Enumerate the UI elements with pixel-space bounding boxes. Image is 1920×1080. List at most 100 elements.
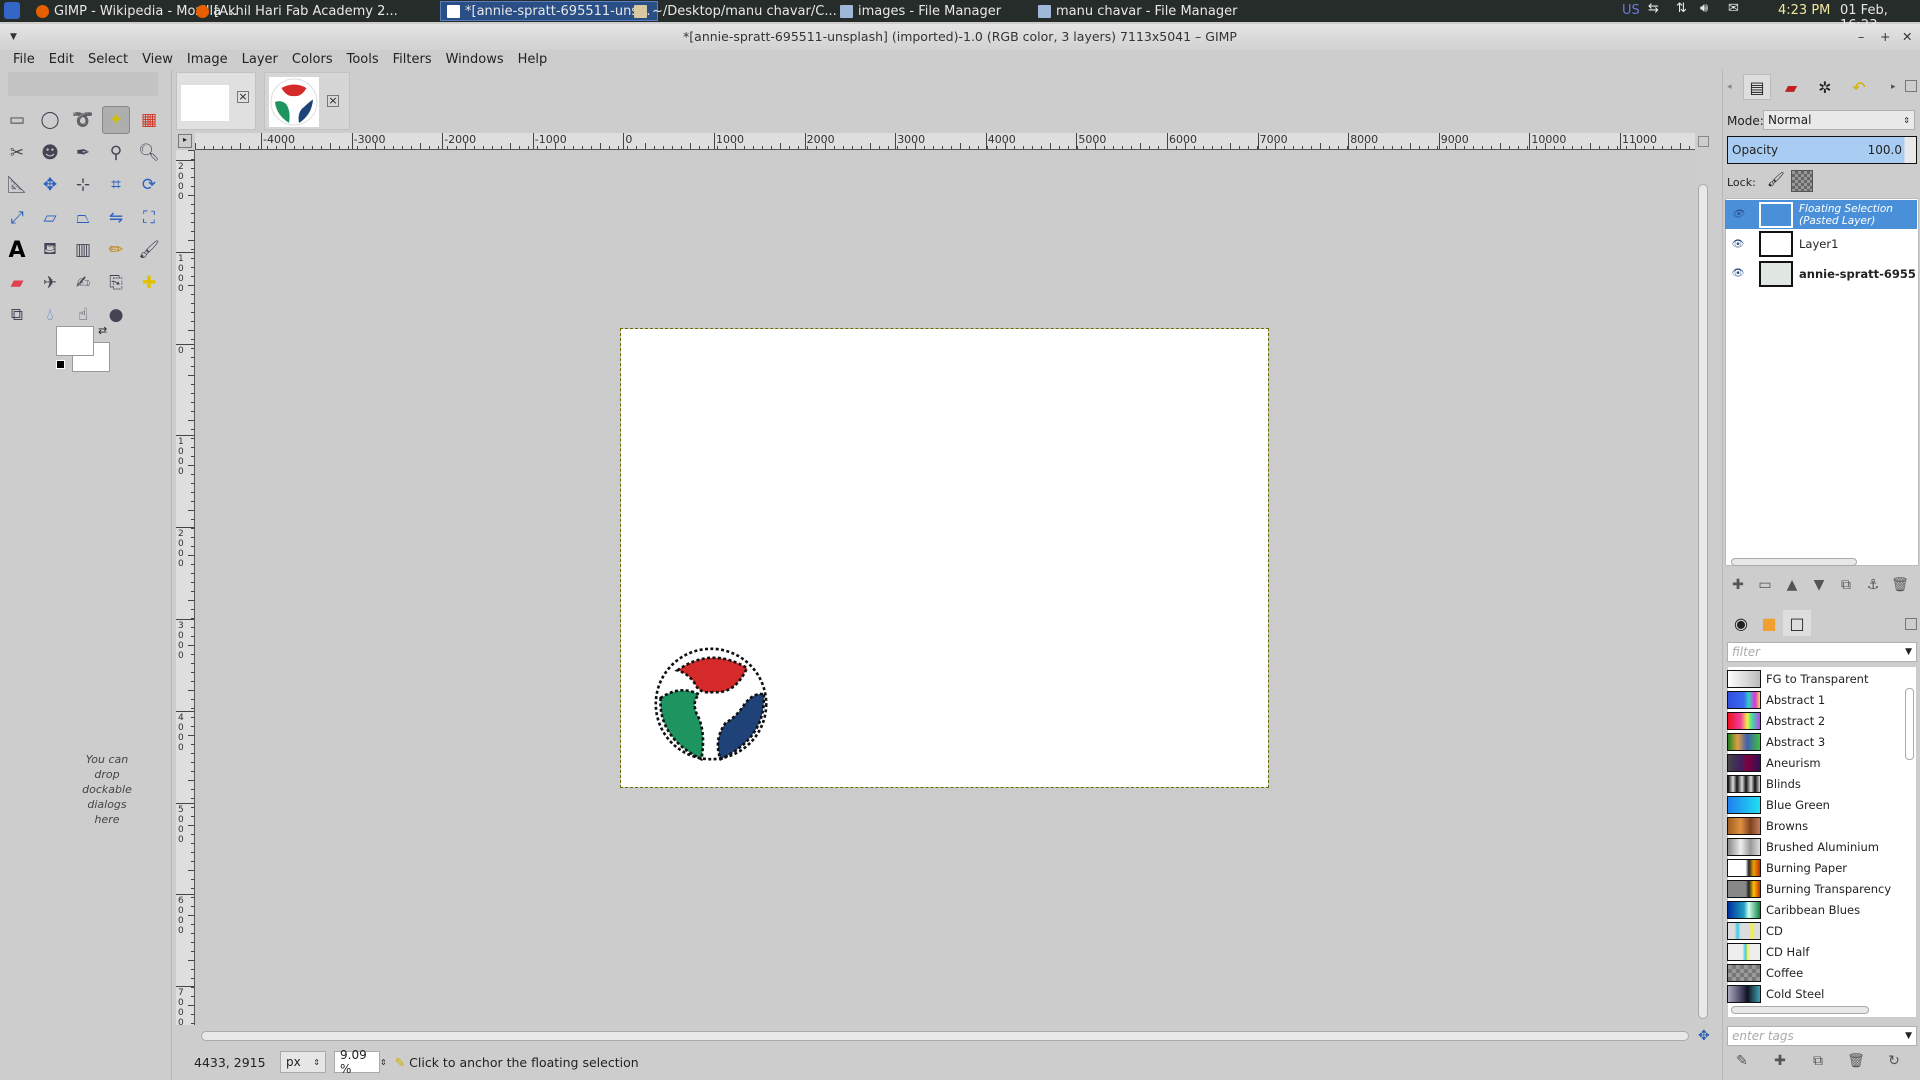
gradient-item[interactable]: Burning Transparency — [1727, 878, 1897, 899]
delete-layer-button[interactable]: 🗑︎ — [1889, 574, 1911, 596]
tool-scissors-select-button[interactable]: ✂ — [3, 139, 31, 167]
tab-gradients[interactable]: □ — [1783, 610, 1811, 636]
dock-scroll-right-icon[interactable]: ▸ — [1891, 82, 1896, 92]
tool-perspective-clone-button[interactable]: ⧉ — [3, 301, 31, 329]
image-tab-logo[interactable]: × — [264, 72, 350, 130]
visibility-eye-icon[interactable]: 👁︎ — [1725, 209, 1751, 220]
tool-flip-button[interactable]: ⇋ — [102, 204, 130, 232]
dock-menu-icon[interactable] — [1905, 618, 1917, 630]
gradient-item[interactable]: Coffee — [1727, 962, 1897, 983]
duplicate-layer-button[interactable]: ⧉ — [1835, 574, 1857, 596]
tool-select-by-color-button[interactable]: ▦ — [135, 106, 163, 134]
new-layer-group-button[interactable]: ▭ — [1754, 574, 1776, 596]
gradient-item[interactable]: Browns — [1727, 815, 1897, 836]
lock-alpha-icon[interactable] — [1791, 170, 1813, 192]
layers-hscrollbar[interactable] — [1731, 558, 1857, 566]
taskbar-item[interactable]: manu chavar - File Manager — [1032, 1, 1243, 21]
taskbar-item[interactable]: ~/Desktop/manu chavar/C... — [628, 1, 843, 21]
swap-colors-icon[interactable]: ⇄ — [98, 324, 107, 337]
tab-channels[interactable]: ▰ — [1777, 74, 1805, 100]
lower-layer-button[interactable]: ▼ — [1808, 574, 1830, 596]
tool-cage-transform-button[interactable]: ⛶ — [135, 204, 163, 232]
start-menu-icon[interactable] — [4, 2, 20, 19]
transfer-icon[interactable]: ⇅ — [1676, 1, 1687, 16]
tool-ellipse-select-button[interactable]: ◯ — [36, 106, 64, 134]
gradient-item[interactable]: Abstract 2 — [1727, 710, 1897, 731]
mail-icon[interactable]: ✉ — [1728, 1, 1739, 16]
tool-ink-button[interactable]: ✍ — [69, 269, 97, 297]
raise-layer-button[interactable]: ▲ — [1781, 574, 1803, 596]
visibility-eye-icon[interactable]: 👁︎ — [1725, 268, 1751, 279]
anchor-layer-button[interactable]: ⚓ — [1862, 574, 1884, 596]
layer-row[interactable]: 👁︎ Layer1 — [1725, 230, 1917, 259]
gradients-vscrollbar[interactable] — [1905, 688, 1914, 760]
close-tab-icon[interactable]: × — [327, 95, 339, 107]
floating-selection-logo[interactable] — [651, 644, 771, 764]
tool-paintbrush-button[interactable]: 🖌︎ — [135, 236, 163, 264]
tab-paths[interactable]: ✲ — [1811, 74, 1839, 100]
tool-color-picker-button[interactable]: ⚲ — [102, 139, 130, 167]
tool-crop-button[interactable]: ⌗ — [102, 171, 130, 199]
menu-windows[interactable]: Windows — [439, 50, 511, 70]
tool-free-select-button[interactable]: ➰ — [69, 106, 97, 134]
gradient-item[interactable]: Abstract 1 — [1727, 689, 1897, 710]
tool-foreground-select-button[interactable]: ☻ — [36, 139, 64, 167]
zoom-spinner[interactable]: ⇕ — [380, 1058, 387, 1067]
menu-tools[interactable]: Tools — [340, 50, 386, 70]
gradient-item[interactable]: Burning Paper — [1727, 857, 1897, 878]
tool-perspective-button[interactable]: ⏢ — [69, 204, 97, 232]
taskbar-item[interactable]: images - File Manager — [834, 1, 1007, 21]
quick-mask-toggle[interactable]: ▸ — [178, 134, 192, 148]
gradient-item[interactable]: Blue Green — [1727, 794, 1897, 815]
menu-filters[interactable]: Filters — [386, 50, 439, 70]
tool-smudge-button[interactable]: ☝ — [69, 301, 97, 329]
canvas-area[interactable] — [195, 150, 1695, 1025]
keyboard-layout[interactable]: US — [1622, 3, 1640, 18]
gradient-tags-input[interactable]: enter tags ▼ — [1727, 1026, 1917, 1046]
gradient-item[interactable]: Abstract 3 — [1727, 731, 1897, 752]
gradient-item[interactable]: Brushed Aluminium — [1727, 836, 1897, 857]
navigate-icon[interactable]: ✥ — [1698, 1028, 1710, 1044]
tab-layers[interactable]: ▤ — [1743, 74, 1771, 100]
opacity-slider[interactable]: Opacity 100.0 — [1727, 136, 1917, 164]
dock-menu-icon[interactable] — [1905, 80, 1917, 92]
tool-eraser-button[interactable]: ▰ — [3, 269, 31, 297]
tab-brushes[interactable]: ◉ — [1727, 610, 1755, 636]
tool-align-button[interactable]: ⊹ — [69, 171, 97, 199]
delete-gradient-button[interactable]: 🗑︎ — [1845, 1050, 1867, 1072]
zoom-to-fit-icon[interactable] — [1698, 136, 1709, 147]
tab-patterns[interactable]: ■ — [1755, 610, 1783, 636]
tool-blur-button[interactable]: 💧︎ — [36, 301, 64, 329]
volume-icon[interactable]: 🔊︎ — [1700, 1, 1708, 16]
menu-select[interactable]: Select — [81, 50, 135, 70]
menu-image[interactable]: Image — [180, 50, 235, 70]
foreground-color-swatch[interactable] — [56, 326, 94, 356]
edit-gradient-button[interactable]: ✎ — [1731, 1050, 1753, 1072]
lock-pixels-icon[interactable]: 🖌︎ — [1767, 172, 1785, 188]
tool-airbrush-button[interactable]: ✈ — [36, 269, 64, 297]
taskbar-item[interactable]: *[annie-spratt-695511-uns... — [440, 1, 658, 21]
network-icon[interactable]: ⇆ — [1648, 1, 1659, 16]
dock-scroll-left-icon[interactable]: ◂ — [1727, 82, 1732, 92]
tool-bucket-fill-button[interactable]: ⛾ — [36, 236, 64, 264]
menu-help[interactable]: Help — [511, 50, 555, 70]
horizontal-scrollbar[interactable] — [195, 1030, 1695, 1042]
menu-edit[interactable]: Edit — [42, 50, 81, 70]
tool-scale-button[interactable]: ⤢ — [3, 204, 31, 232]
close-tab-icon[interactable]: × — [237, 91, 249, 103]
menu-view[interactable]: View — [135, 50, 180, 70]
clock-time[interactable]: 4:23 PM — [1778, 3, 1830, 18]
default-colors-icon[interactable] — [56, 360, 65, 369]
tool-paths-button[interactable]: ✒ — [69, 139, 97, 167]
gradient-item[interactable]: Caribbean Blues — [1727, 899, 1897, 920]
menu-file[interactable]: File — [6, 50, 42, 70]
tool-zoom-button[interactable]: 🔍︎ — [135, 139, 163, 167]
tool-move-button[interactable]: ✥ — [36, 171, 64, 199]
image-canvas[interactable] — [620, 328, 1269, 788]
window-menu-icon[interactable]: ▼ — [10, 24, 17, 50]
layer-row[interactable]: 👁︎ annie-spratt-6955 — [1725, 259, 1917, 288]
gradient-item[interactable]: Aneurism — [1727, 752, 1897, 773]
gradient-item[interactable]: Blinds — [1727, 773, 1897, 794]
zoom-input[interactable]: 9.09 % — [334, 1048, 380, 1076]
new-layer-button[interactable]: ✚ — [1727, 574, 1749, 596]
